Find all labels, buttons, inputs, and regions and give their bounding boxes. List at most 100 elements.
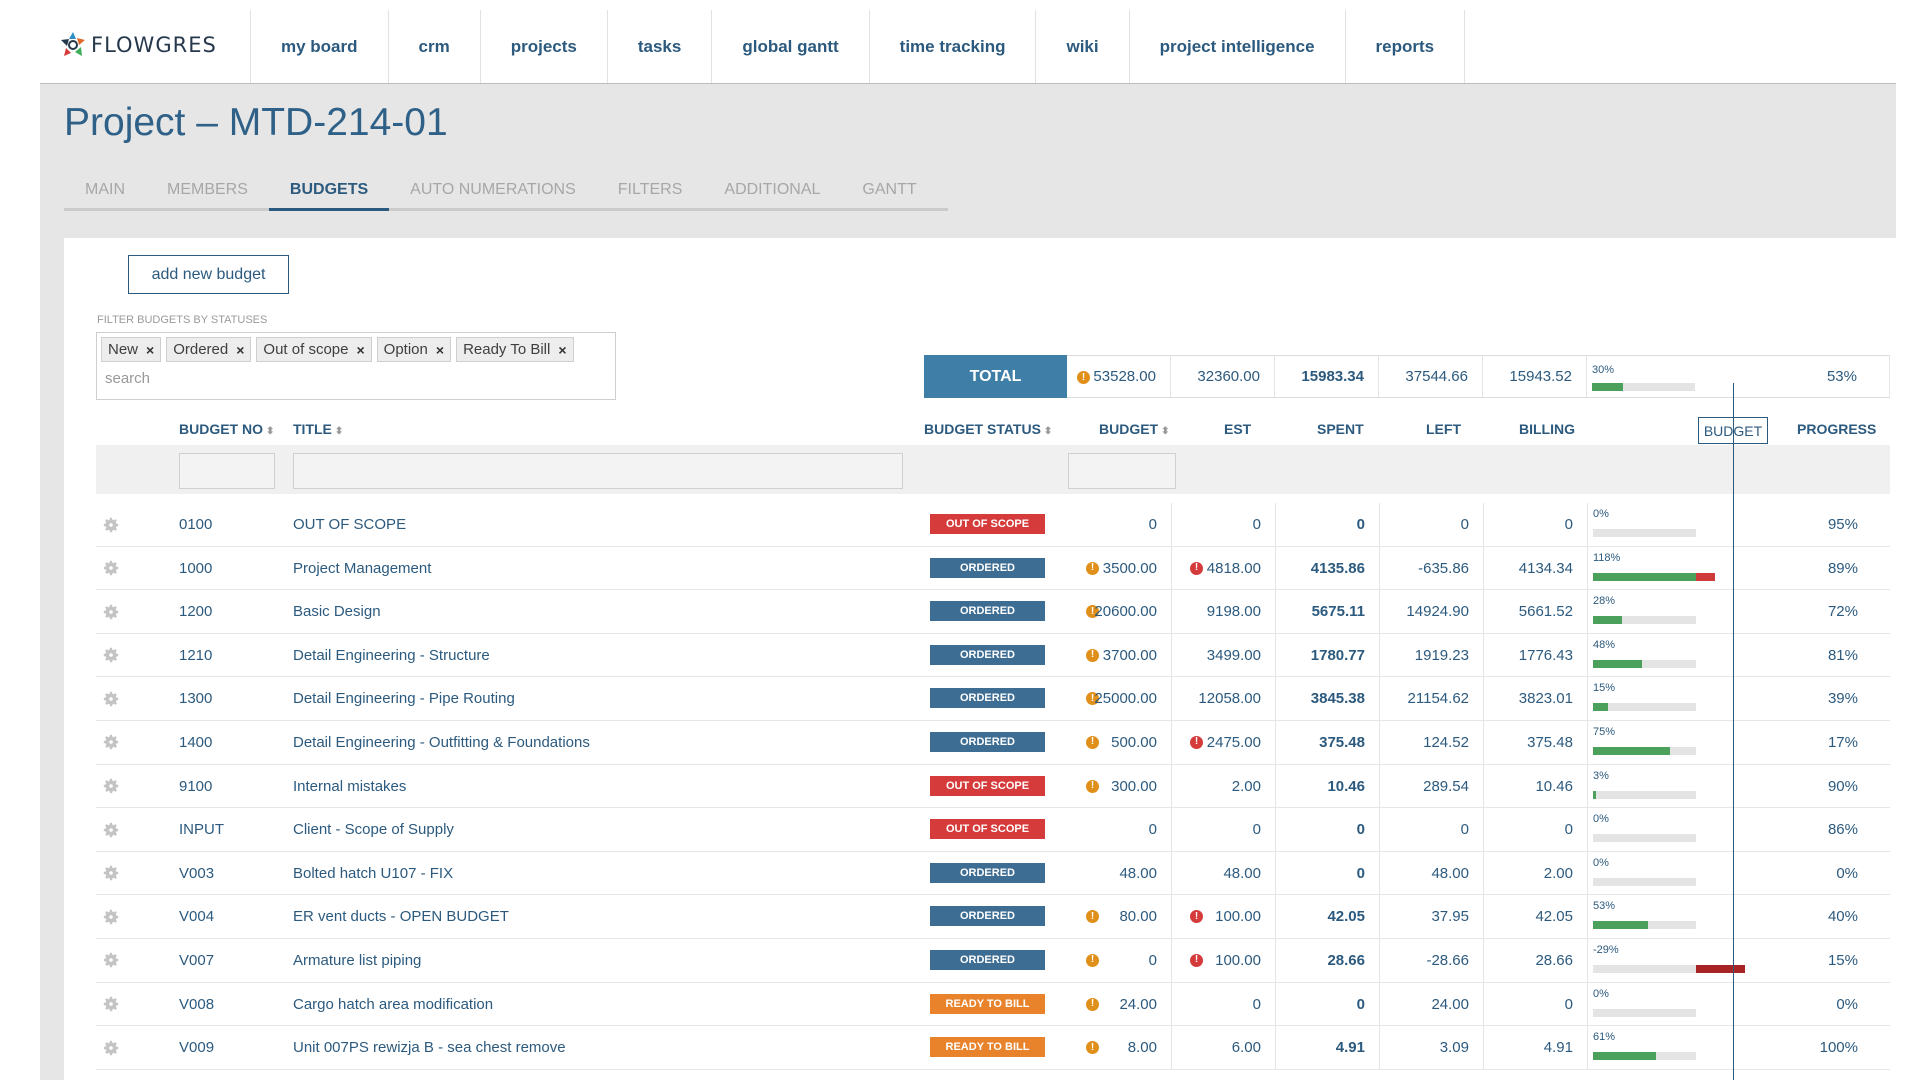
budget-no[interactable]: 1300 xyxy=(179,677,212,720)
gear-icon xyxy=(103,996,119,1012)
budget-title[interactable]: Detail Engineering - Outfitting & Founda… xyxy=(293,721,590,764)
nav-my-board[interactable]: my board xyxy=(250,10,388,83)
status-filter-search-input[interactable] xyxy=(105,370,605,387)
row-settings-button[interactable] xyxy=(102,852,120,895)
budget-no[interactable]: 1000 xyxy=(179,547,212,590)
budget-no[interactable]: V004 xyxy=(179,895,214,938)
table-row[interactable]: V007 Armature list piping ORDERED! 0! 100.00… xyxy=(96,938,1890,983)
budget-no[interactable]: 1200 xyxy=(179,590,212,633)
budget-title[interactable]: Client - Scope of Supply xyxy=(293,808,454,851)
row-settings-button[interactable] xyxy=(102,590,120,633)
nav-project-intelligence[interactable]: project intelligence xyxy=(1128,10,1345,83)
nav-projects[interactable]: projects xyxy=(479,10,607,83)
budget-usage-percent: 0% xyxy=(1593,813,1609,826)
status-filter-box[interactable]: New × Ordered × Out of scope × Option × Ready To… xyxy=(96,332,616,400)
budget-title[interactable]: Detail Engineering - Structure xyxy=(293,634,490,677)
budget-title[interactable]: Internal mistakes xyxy=(293,765,406,808)
tab-auto-numerations[interactable]: AUTO NUMERATIONS xyxy=(389,171,597,208)
spent-value: 42.05 xyxy=(1276,895,1380,939)
budget-filter-input[interactable] xyxy=(1068,453,1176,489)
nav-wiki[interactable]: wiki xyxy=(1035,10,1128,83)
budget-title[interactable]: Project Management xyxy=(293,547,431,590)
tab-members[interactable]: MEMBERS xyxy=(146,171,269,208)
row-settings-button[interactable] xyxy=(102,895,120,938)
remove-chip-icon[interactable]: × xyxy=(356,342,364,358)
table-row[interactable]: V003 Bolted hatch U107 - FIX ORDERED 48.00 4… xyxy=(96,851,1890,896)
nav-crm[interactable]: crm xyxy=(387,10,480,83)
gear-icon xyxy=(103,953,119,968)
billing-value: 3823.01 xyxy=(1484,677,1588,721)
budget-value: 500.00 xyxy=(1068,720,1172,764)
row-settings-button[interactable] xyxy=(102,765,120,808)
nav-global-gantt[interactable]: global gantt xyxy=(711,10,868,83)
add-new-budget-button[interactable]: add new budget xyxy=(128,255,289,294)
table-row[interactable]: INPUT Client - Scope of Supply OUT OF SCOP… xyxy=(96,808,1890,852)
budget-value: 0 xyxy=(1068,938,1172,982)
budget-no[interactable]: 9100 xyxy=(179,765,212,808)
table-row[interactable]: 1200 Basic Design ORDERED! 20600.00 9198.00 5… xyxy=(96,590,1890,634)
budget-value: 25000.00 xyxy=(1068,677,1172,721)
table-row[interactable]: 1000 Project Management ORDERED! 3500.00! 48… xyxy=(96,546,1890,591)
budget-title[interactable]: OUT OF SCOPE xyxy=(293,503,406,546)
progress-value: 90% xyxy=(1827,777,1858,795)
row-settings-button[interactable] xyxy=(102,547,120,590)
budget-no[interactable]: 0100 xyxy=(179,503,212,546)
remove-chip-icon[interactable]: × xyxy=(436,342,444,358)
left-value: 0 xyxy=(1380,808,1484,852)
row-settings-button[interactable] xyxy=(102,808,120,851)
nav-reports[interactable]: reports xyxy=(1344,10,1466,83)
column-header-budget-no[interactable]: BUDGET NO ⬍ xyxy=(179,421,274,437)
left-value: 48.00 xyxy=(1380,851,1484,895)
tab-main[interactable]: MAIN xyxy=(64,171,146,208)
tab-budgets[interactable]: BUDGETS xyxy=(268,171,390,211)
budget-no[interactable]: V008 xyxy=(179,983,214,1026)
tab-additional[interactable]: ADDITIONAL xyxy=(703,171,841,208)
budget-title[interactable]: ER vent ducts - OPEN BUDGET xyxy=(293,895,509,938)
budget-title[interactable]: Detail Engineering - Pipe Routing xyxy=(293,677,515,720)
budget-title[interactable]: Cargo hatch area modification xyxy=(293,983,493,1026)
table-row[interactable]: 0100 OUT OF SCOPE OUT OF SCOPE 0 0 0 0 0 0% 95% xyxy=(96,503,1890,547)
table-row[interactable]: 9100 Internal mistakes OUT OF SCOPE! 300.00… xyxy=(96,764,1890,809)
table-row[interactable]: V009 Unit 007PS rewizja B - sea chest rem… xyxy=(96,1026,1890,1070)
row-settings-button[interactable] xyxy=(102,1026,120,1069)
budget-title[interactable]: Bolted hatch U107 - FIX xyxy=(293,852,453,895)
row-settings-button[interactable] xyxy=(102,503,120,546)
tab-gantt[interactable]: GANTT xyxy=(841,171,937,208)
budget-no[interactable]: INPUT xyxy=(179,808,224,851)
remove-chip-icon[interactable]: × xyxy=(558,342,566,358)
budget-no[interactable]: V003 xyxy=(179,852,214,895)
row-settings-button[interactable] xyxy=(102,939,120,982)
app-logo[interactable]: FLOWGRES xyxy=(58,28,217,62)
budget-no[interactable]: V007 xyxy=(179,939,214,982)
row-settings-button[interactable] xyxy=(102,677,120,720)
table-row[interactable]: V008 Cargo hatch area modification READY T… xyxy=(96,982,1890,1027)
row-settings-button[interactable] xyxy=(102,721,120,764)
tab-filters[interactable]: FILTERS xyxy=(597,171,704,208)
table-row[interactable]: 1210 Detail Engineering - Structure ORDERE… xyxy=(96,633,1890,678)
title-filter-input[interactable] xyxy=(293,453,903,489)
remove-chip-icon[interactable]: × xyxy=(236,342,244,358)
left-value: -28.66 xyxy=(1380,938,1484,982)
budget-title[interactable]: Armature list piping xyxy=(293,939,421,982)
row-settings-button[interactable] xyxy=(102,983,120,1026)
budget-no[interactable]: 1210 xyxy=(179,634,212,677)
budget-title[interactable]: Unit 007PS rewizja B - sea chest remove xyxy=(293,1026,566,1069)
budget-title[interactable]: Basic Design xyxy=(293,590,381,633)
column-header-title[interactable]: TITLE ⬍ xyxy=(293,421,343,437)
table-row[interactable]: 1300 Detail Engineering - Pipe Routing ORD… xyxy=(96,677,1890,721)
row-settings-button[interactable] xyxy=(102,634,120,677)
budget-no-filter-input[interactable] xyxy=(179,453,275,489)
nav-time-tracking[interactable]: time tracking xyxy=(868,10,1036,83)
column-header-budget[interactable]: BUDGET ⬍ xyxy=(1099,421,1170,437)
table-row[interactable]: 1400 Detail Engineering - Outfitting & Fo… xyxy=(96,720,1890,765)
budget-no[interactable]: V009 xyxy=(179,1026,214,1069)
column-header-budget-status[interactable]: BUDGET STATUS ⬍ xyxy=(924,421,1052,437)
table-row[interactable]: V004 ER vent ducts - OPEN BUDGET ORDERED! 8… xyxy=(96,895,1890,939)
budget-usage-percent: 53% xyxy=(1593,900,1616,913)
budget-usage-bar: 118% xyxy=(1588,547,1728,590)
status-filter-chip: Option × xyxy=(376,337,452,362)
budget-no[interactable]: 1400 xyxy=(179,721,212,764)
remove-chip-icon[interactable]: × xyxy=(146,342,154,358)
nav-tasks[interactable]: tasks xyxy=(606,10,711,83)
spent-value: 0 xyxy=(1276,503,1380,546)
